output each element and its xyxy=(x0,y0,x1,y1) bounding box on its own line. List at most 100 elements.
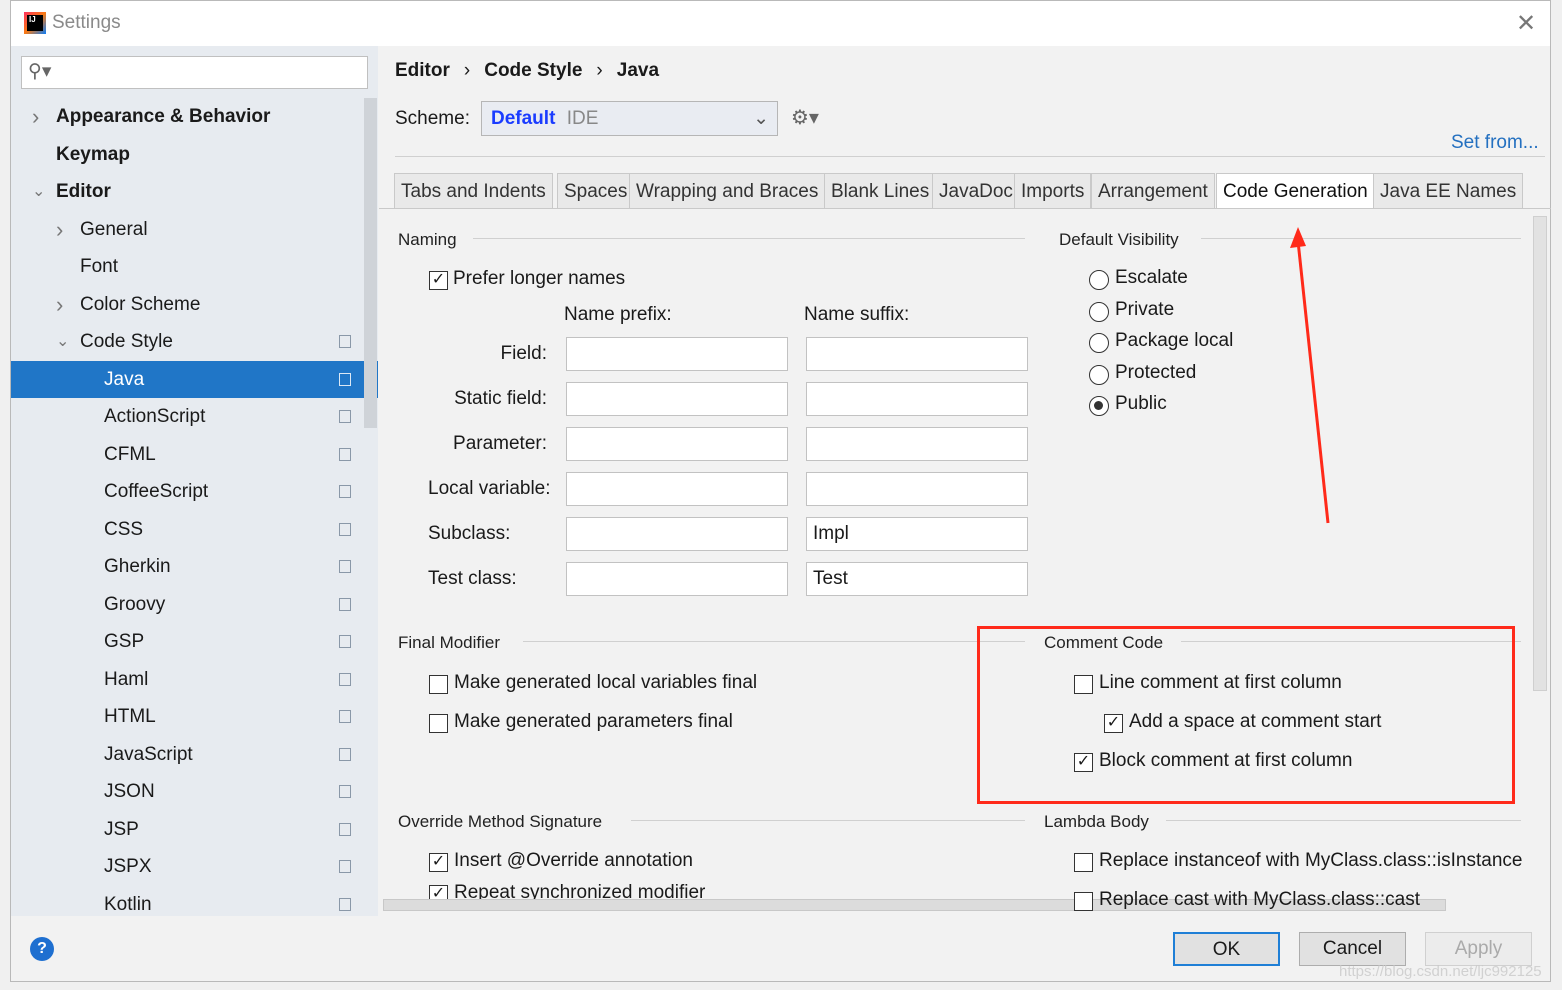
sidebar-item-actionscript[interactable]: ActionScript xyxy=(11,398,378,435)
sidebar-item-label: Groovy xyxy=(104,593,166,615)
close-icon[interactable]: ✕ xyxy=(1516,9,1536,38)
name-prefix-input[interactable] xyxy=(566,562,788,596)
tab-javadoc[interactable]: JavaDoc xyxy=(932,173,1020,209)
sidebar: ⚲▾ › Appearance & Behavior Keymap ⌄ Editor › G… xyxy=(11,46,378,916)
sidebar-item-label: JSPX xyxy=(104,856,152,877)
sidebar-item-coffeescript[interactable]: CoffeeScript xyxy=(11,473,378,510)
settings-dialog: IJ Settings ✕ ⚲▾ › Appearance & Behavior K… xyxy=(10,0,1551,982)
visibility-radio-public[interactable] xyxy=(1089,396,1109,416)
name-prefix-input[interactable] xyxy=(566,427,788,461)
scheme-value: Default xyxy=(491,108,556,129)
chevron-right-icon[interactable]: › xyxy=(56,286,63,323)
name-suffix-input[interactable]: Test xyxy=(806,562,1028,596)
search-input[interactable]: ⚲▾ xyxy=(21,56,368,89)
sidebar-item-general[interactable]: › General xyxy=(11,211,378,248)
sidebar-item-label: Color Scheme xyxy=(80,293,201,315)
gear-icon[interactable]: ⚙▾ xyxy=(791,105,819,130)
replace-instanceof-with-myclass-class-isinstance-checkbox[interactable] xyxy=(1074,853,1093,872)
tab-imports[interactable]: Imports xyxy=(1014,173,1092,209)
sidebar-item-keymap[interactable]: Keymap xyxy=(11,136,378,173)
sidebar-item-gherkin[interactable]: Gherkin xyxy=(11,548,378,585)
help-icon: ? xyxy=(37,940,47,957)
sidebar-item-label: ActionScript xyxy=(104,406,206,427)
copy-icon xyxy=(339,372,351,386)
sidebar-item-java[interactable]: Java xyxy=(11,360,378,398)
name-suffix-input[interactable] xyxy=(806,382,1028,416)
name-prefix-input[interactable] xyxy=(566,382,788,416)
prefer-longer-names-checkbox[interactable]: ✓ xyxy=(429,271,448,290)
sidebar-item-label: CSS xyxy=(104,518,144,540)
intellij-logo: IJ xyxy=(24,12,46,34)
chevron-down-icon[interactable]: ⌄ xyxy=(56,323,69,360)
sidebar-item-color-scheme[interactable]: › Color Scheme xyxy=(11,286,378,323)
sidebar-item-kotlin[interactable]: Kotlin xyxy=(11,886,378,917)
cancel-button[interactable]: Cancel xyxy=(1299,932,1406,966)
sidebar-item-label: Font xyxy=(80,256,119,277)
title-bar: IJ Settings ✕ xyxy=(11,1,1550,46)
copy-icon xyxy=(339,560,351,573)
name-prefix-input[interactable] xyxy=(566,472,788,506)
visibility-radio-escalate[interactable] xyxy=(1089,270,1109,290)
visibility-radio-private[interactable] xyxy=(1089,301,1109,322)
sidebar-item-cfml[interactable]: CFML xyxy=(11,436,378,473)
tab-code-generation[interactable]: Code Generation xyxy=(1216,173,1375,209)
make-generated-local-variables-final-checkbox[interactable] xyxy=(429,675,448,694)
sidebar-item-label: General xyxy=(80,218,148,240)
name-prefix-input[interactable] xyxy=(566,337,788,371)
scheme-scope: IDE xyxy=(566,108,599,129)
name-suffix-input[interactable] xyxy=(806,337,1028,371)
name-suffix-input[interactable] xyxy=(806,472,1028,506)
sidebar-item-groovy[interactable]: Groovy xyxy=(11,586,378,623)
name-suffix-input[interactable] xyxy=(806,427,1028,461)
name-prefix-input[interactable] xyxy=(566,517,788,551)
copy-icon xyxy=(339,335,351,348)
sidebar-item-code-style[interactable]: ⌄ Code Style xyxy=(11,323,378,360)
sidebar-item-appearance-behavior[interactable]: › Appearance & Behavior xyxy=(11,98,378,135)
sidebar-item-label: Keymap xyxy=(56,143,130,165)
breadcrumb-editor[interactable]: Editor xyxy=(395,60,450,81)
sidebar-item-editor[interactable]: ⌄ Editor xyxy=(11,173,378,210)
breadcrumb-code-style[interactable]: Code Style xyxy=(484,60,582,81)
sidebar-item-label: Kotlin xyxy=(104,893,152,915)
chevron-right-icon[interactable]: › xyxy=(32,98,39,135)
sidebar-item-javascript[interactable]: JavaScript xyxy=(11,736,378,773)
make-generated-parameters-final-checkbox[interactable] xyxy=(429,714,448,733)
sidebar-item-jsp[interactable]: JSP xyxy=(11,811,378,848)
visibility-option-label: Private xyxy=(1115,298,1175,320)
replace-cast-with-myclass-class-cast-checkbox[interactable] xyxy=(1074,892,1093,911)
annotation-highlight-box xyxy=(977,626,1515,804)
name-prefix-header: Name prefix: xyxy=(564,304,672,325)
sidebar-item-haml[interactable]: Haml xyxy=(11,661,378,698)
naming-row-label: Test class: xyxy=(428,568,517,589)
name-suffix-input[interactable]: Impl xyxy=(806,517,1028,551)
sidebar-item-gsp[interactable]: GSP xyxy=(11,623,378,660)
sidebar-item-font[interactable]: Font xyxy=(11,248,378,285)
content-scrollbar[interactable] xyxy=(1533,216,1547,691)
help-button[interactable]: ? xyxy=(30,937,54,961)
insert-override-annotation-checkbox[interactable]: ✓ xyxy=(429,853,448,872)
visibility-option-label: Public xyxy=(1115,393,1167,414)
tab-blank-lines[interactable]: Blank Lines xyxy=(824,173,937,209)
tab-wrapping-and-braces[interactable]: Wrapping and Braces xyxy=(629,173,826,209)
sidebar-item-html[interactable]: HTML xyxy=(11,698,378,735)
sidebar-item-jspx[interactable]: JSPX xyxy=(11,848,378,885)
scheme-dropdown[interactable]: Default IDE ⌄ xyxy=(481,101,778,136)
tab-spaces[interactable]: Spaces xyxy=(557,173,635,209)
insert-override-annotation-label: Insert @Override annotation xyxy=(454,850,693,871)
apply-button[interactable]: Apply xyxy=(1425,932,1532,966)
visibility-radio-protected[interactable] xyxy=(1089,364,1109,385)
set-from-link[interactable]: Set from... xyxy=(1451,132,1539,154)
sidebar-item-json[interactable]: JSON xyxy=(11,773,378,810)
ok-button[interactable]: OK xyxy=(1173,932,1280,966)
sidebar-scrollbar[interactable] xyxy=(364,98,377,428)
chevron-right-icon[interactable]: › xyxy=(56,211,63,248)
tab-arrangement[interactable]: Arrangement xyxy=(1091,173,1215,209)
tab-tabs-and-indents[interactable]: Tabs and Indents xyxy=(394,173,553,209)
tab-java-ee-names[interactable]: Java EE Names xyxy=(1373,173,1524,209)
sidebar-item-css[interactable]: CSS xyxy=(11,511,378,548)
naming-row-label: Local variable: xyxy=(428,478,551,499)
chevron-down-icon[interactable]: ⌄ xyxy=(32,173,45,210)
name-suffix-header: Name suffix: xyxy=(804,304,910,325)
naming-row-label: Subclass: xyxy=(428,523,511,544)
visibility-radio-package-local[interactable] xyxy=(1089,333,1109,353)
